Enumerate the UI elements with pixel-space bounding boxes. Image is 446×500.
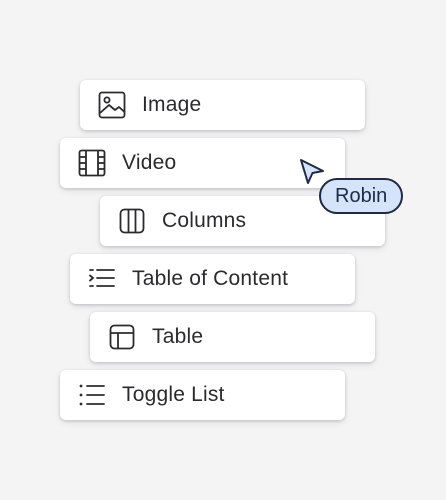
block-item-label: Toggle List <box>122 383 225 406</box>
collaborator-name-badge: Robin <box>319 178 404 214</box>
block-item-label: Table <box>152 325 204 348</box>
block-item-label: Image <box>142 93 202 116</box>
table-of-contents-icon <box>86 263 118 295</box>
block-item-image[interactable]: Image <box>80 80 365 130</box>
table-icon <box>106 321 138 353</box>
block-item-table-of-content[interactable]: Table of Content <box>70 254 355 304</box>
block-item-label: Columns <box>162 209 247 232</box>
image-icon <box>96 89 128 121</box>
toggle-list-icon <box>76 379 108 411</box>
block-item-label: Table of Content <box>132 267 289 290</box>
film-icon <box>76 147 108 179</box>
block-item-label: Video <box>122 151 177 174</box>
pointer-cursor-icon <box>298 157 326 185</box>
block-item-toggle-list[interactable]: Toggle List <box>60 370 345 420</box>
block-item-table[interactable]: Table <box>90 312 375 362</box>
columns-icon <box>116 205 148 237</box>
